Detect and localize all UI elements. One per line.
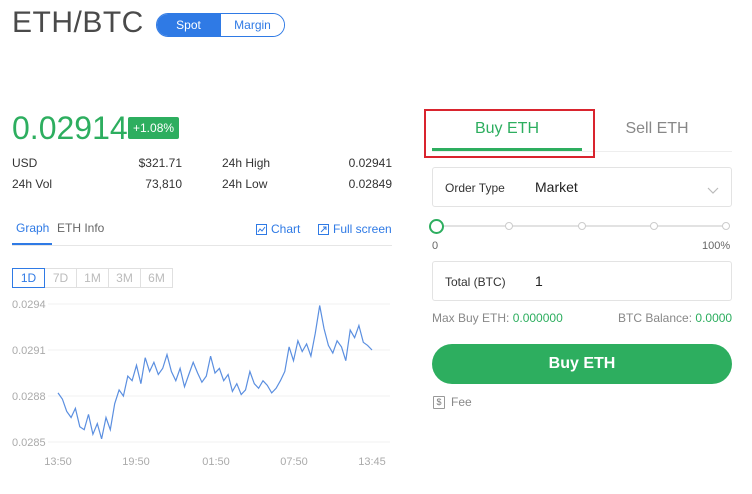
- max-buy-value: 0.000000: [512, 311, 563, 325]
- graph-tabs-divider: [12, 245, 392, 246]
- range-button-3m[interactable]: 3M: [108, 268, 141, 288]
- dollar-icon: $: [433, 395, 445, 409]
- trade-tabs-divider: [432, 151, 732, 152]
- tab-graph[interactable]: Graph: [16, 221, 49, 235]
- range-button-1d[interactable]: 1D: [12, 268, 45, 288]
- x-tick-label: 13:50: [44, 456, 72, 468]
- price-line: [57, 305, 373, 440]
- order-type-select[interactable]: Order Type Market: [432, 167, 732, 207]
- y-tick-label: 0.0288: [12, 391, 46, 403]
- range-button-7d[interactable]: 7D: [44, 268, 77, 288]
- high-label: 24h High: [222, 156, 271, 170]
- chevron-down-icon: [707, 182, 719, 200]
- fullscreen-link[interactable]: Full screen: [318, 222, 392, 236]
- total-input[interactable]: Total (BTC) 1: [432, 261, 732, 301]
- amount-slider-handle[interactable]: [429, 219, 444, 234]
- margin-toggle-button[interactable]: Margin: [220, 14, 284, 36]
- slider-step-75[interactable]: [650, 222, 658, 230]
- low-label: 24h Low: [222, 177, 268, 191]
- x-tick-label: 07:50: [280, 456, 308, 468]
- order-type-value: Market: [535, 179, 578, 195]
- price-chart: 0.0294 0.0291 0.0288 0.0285 13:50 19:50 01:50 0…: [12, 299, 390, 468]
- last-price: 0.02914: [12, 110, 128, 146]
- max-buy-label: Max Buy ETH:: [432, 311, 510, 325]
- btc-balance-info: BTC Balance: 0.0000: [618, 311, 732, 325]
- chart-link[interactable]: Chart: [256, 222, 300, 236]
- chart-icon: [256, 223, 267, 235]
- usd-value: $321.71: [138, 156, 182, 170]
- slider-max-label: 100%: [702, 240, 731, 252]
- y-tick-label: 0.0291: [12, 345, 46, 357]
- graph-tabs: Graph ETH Info Chart Full screen: [12, 221, 392, 247]
- sell-eth-tab[interactable]: Sell ETH: [582, 120, 732, 138]
- range-selector: 1D 7D 1M 3M 6M: [12, 268, 173, 288]
- btc-balance-value: 0.0000: [695, 311, 733, 325]
- fee-link[interactable]: $ Fee: [433, 395, 472, 409]
- high-value: 0.02941: [348, 156, 392, 170]
- range-button-1m[interactable]: 1M: [76, 268, 109, 288]
- fullscreen-icon: [318, 223, 329, 235]
- buy-eth-button[interactable]: Buy ETH: [432, 344, 732, 384]
- x-tick-label: 01:50: [202, 456, 230, 468]
- usd-label: USD: [12, 156, 38, 170]
- range-button-6m[interactable]: 6M: [140, 268, 173, 288]
- x-tick-label: 19:50: [122, 456, 150, 468]
- slider-step-25[interactable]: [505, 222, 513, 230]
- spot-toggle-button[interactable]: Spot: [157, 14, 220, 36]
- vol-value: 73,810: [145, 177, 182, 191]
- slider-min-label: 0: [432, 240, 439, 252]
- fee-label: Fee: [451, 395, 472, 409]
- x-tick-label: 13:45: [358, 456, 386, 468]
- vol-label: 24h Vol: [12, 177, 53, 191]
- max-buy-info: Max Buy ETH: 0.000000: [432, 311, 563, 325]
- order-type-label: Order Type: [445, 181, 505, 195]
- low-value: 0.02849: [348, 177, 392, 191]
- tab-eth-info[interactable]: ETH Info: [57, 221, 104, 235]
- price-change-badge: +1.08%: [128, 117, 180, 139]
- y-tick-label: 0.0294: [12, 299, 46, 311]
- btc-balance-label: BTC Balance:: [618, 311, 693, 325]
- chart-link-label: Chart: [271, 222, 301, 236]
- slider-step-50[interactable]: [578, 222, 586, 230]
- y-tick-label: 0.0285: [12, 437, 46, 449]
- slider-step-100[interactable]: [722, 222, 730, 230]
- total-value[interactable]: 1: [535, 273, 543, 289]
- pair-title: ETH/BTC: [12, 6, 144, 39]
- buy-eth-tab[interactable]: Buy ETH: [432, 120, 582, 138]
- graph-tab-underline: [12, 243, 52, 245]
- total-label: Total (BTC): [445, 275, 506, 289]
- fullscreen-link-label: Full screen: [333, 222, 392, 236]
- mode-toggle: Spot Margin: [156, 13, 285, 37]
